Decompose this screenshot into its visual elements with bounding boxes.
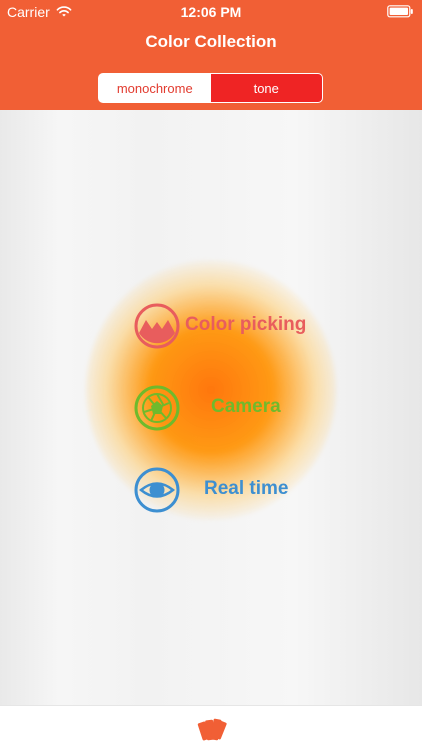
eye-icon bbox=[133, 466, 181, 514]
menu-item-camera[interactable]: Camera bbox=[133, 384, 353, 432]
status-time: 12:06 PM bbox=[180, 4, 242, 20]
menu-item-label: Real time bbox=[204, 478, 289, 499]
tab-monochrome-label: monochrome bbox=[116, 80, 193, 96]
main-content: Color picking Camera Real time bbox=[0, 110, 422, 705]
camera-shutter-icon bbox=[133, 384, 181, 432]
tab-tone-label: tone bbox=[253, 80, 279, 96]
palette-cards-icon[interactable] bbox=[192, 716, 232, 744]
status-bar: Carrier 12:06 PM bbox=[0, 0, 422, 24]
menu-item-label: Color picking bbox=[185, 314, 307, 335]
page-title: Color Collection bbox=[145, 32, 277, 51]
tab-monochrome[interactable]: monochrome bbox=[99, 74, 211, 102]
menu-item-color-picking[interactable]: Color picking bbox=[133, 302, 353, 350]
menu-item-real-time[interactable]: Real time bbox=[133, 466, 353, 514]
tab-tone[interactable]: tone bbox=[210, 74, 322, 102]
app-header: Carrier 12:06 PM Color Collection monoch… bbox=[0, 0, 422, 110]
menu-item-label: Camera bbox=[211, 396, 281, 417]
mountain-icon bbox=[133, 302, 181, 350]
bottom-tab-bar bbox=[0, 705, 422, 750]
battery-icon bbox=[387, 5, 414, 18]
mode-segmented-control[interactable]: monochrome tone bbox=[98, 73, 323, 103]
